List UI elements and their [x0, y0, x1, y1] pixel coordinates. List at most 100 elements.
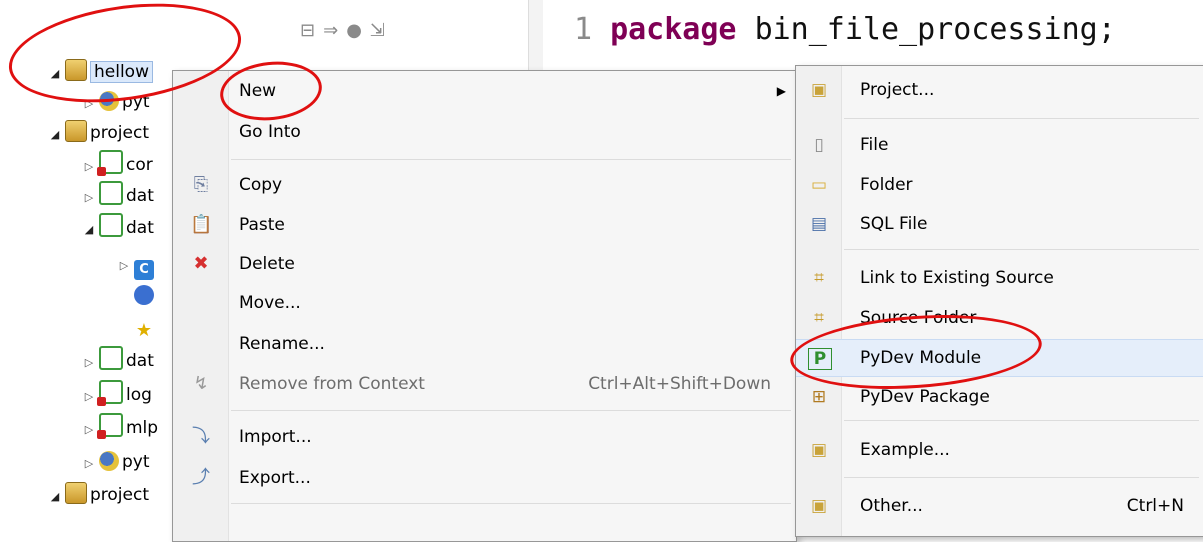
collapse-twisty-icon[interactable]: ▷	[82, 152, 96, 182]
file-icon: ▯	[814, 135, 824, 155]
submenu-item-file[interactable]: ▯ File	[796, 127, 1203, 163]
editor-code-line[interactable]: 1 package bin_file_processing;	[574, 12, 1116, 47]
tree-item[interactable]: ▷ pyt	[82, 447, 150, 477]
menu-item-export[interactable]: ⤴ Export...	[173, 461, 796, 495]
tree-item[interactable]: ▷ mlp	[82, 413, 158, 443]
tree-item-project[interactable]: ◢ project	[48, 480, 149, 510]
tree-item[interactable]: ▷ C	[117, 249, 157, 281]
tree-item[interactable]: ★	[131, 312, 157, 342]
menu-separator	[231, 159, 791, 160]
expand-twisty-icon[interactable]: ◢	[48, 120, 62, 150]
collapse-twisty-icon[interactable]: ▷	[82, 415, 96, 445]
link-editor-icon[interactable]: ⇒	[323, 20, 346, 41]
focus-icon[interactable]: ●	[346, 20, 370, 41]
collapse-twisty-icon[interactable]: ▷	[82, 348, 96, 378]
submenu-item-pydev-package[interactable]: ⊞ PyDev Package	[796, 379, 1203, 415]
tree-item[interactable]	[131, 281, 157, 311]
pydev-package-icon	[99, 181, 123, 205]
project-icon	[65, 482, 87, 504]
collapse-twisty-icon[interactable]: ▷	[82, 382, 96, 412]
sql-file-icon: ▤	[810, 214, 828, 234]
submenu-item-label: PyDev Module	[860, 348, 982, 368]
menu-item-move[interactable]: Move...	[173, 286, 796, 320]
tree-item-label: dat	[126, 186, 154, 206]
collapse-twisty-icon[interactable]: ▷	[82, 449, 96, 479]
submenu-item-other[interactable]: ▣ Other... Ctrl+N	[796, 488, 1203, 524]
pydev-package-error-icon	[97, 150, 123, 176]
tree-item-label: dat	[126, 218, 154, 238]
expand-twisty-icon[interactable]: ◢	[48, 482, 62, 512]
submenu-item-shortcut: Ctrl+N	[1126, 496, 1184, 516]
menu-item-label: Delete	[239, 254, 295, 274]
tree-item-label: mlp	[126, 418, 159, 438]
menu-item-import[interactable]: ⤵ Import...	[173, 420, 796, 454]
menu-item-label: Move...	[239, 293, 301, 313]
submenu-item-link-existing-source[interactable]: ⌗ Link to Existing Source	[796, 260, 1203, 296]
project-wizard-icon: ▣	[810, 80, 828, 100]
menu-item-label: Paste	[239, 215, 285, 235]
submenu-item-label: Other...	[860, 496, 923, 516]
tree-item-label: hellow	[90, 61, 153, 83]
submenu-arrow-icon: ▶	[776, 84, 786, 98]
explorer-toolbar: ⊟⇒●⇲	[300, 20, 393, 41]
menu-item-copy[interactable]: ⎘ Copy	[173, 168, 796, 202]
menu-item-remove-from-context[interactable]: ↯ Remove from Context Ctrl+Alt+Shift+Dow…	[173, 367, 796, 401]
tree-item[interactable]: ▷ cor	[82, 150, 153, 180]
tree-item-label: dat	[126, 351, 154, 371]
tree-item[interactable]: ▷ dat	[82, 181, 154, 211]
expand-twisty-icon[interactable]: ◢	[48, 59, 62, 89]
menu-separator	[231, 410, 791, 411]
menu-item-label: Remove from Context	[239, 374, 425, 394]
pydev-package-error-icon	[97, 380, 123, 406]
tree-item-label: pyt	[122, 452, 150, 472]
menu-item-label: Export...	[239, 468, 311, 488]
submenu-item-label: Project...	[860, 80, 935, 100]
editor-ruler	[528, 0, 543, 70]
tree-item[interactable]: ▷ dat	[82, 346, 154, 376]
tree-item-label: project	[90, 485, 150, 505]
submenu-separator	[844, 420, 1199, 421]
other-icon: ▣	[810, 496, 828, 516]
collapse-twisty-icon[interactable]: ▷	[82, 89, 96, 119]
submenu-item-project[interactable]: ▣ Project...	[796, 72, 1203, 108]
star-icon: ★	[135, 320, 153, 341]
paste-icon: 📋	[190, 214, 213, 235]
copy-icon: ⎘	[193, 174, 209, 195]
tree-item[interactable]: ◢ dat	[82, 213, 154, 243]
python-icon	[99, 451, 119, 471]
submenu-item-pydev-module[interactable]: P PyDev Module	[796, 339, 1203, 377]
tree-item-project[interactable]: ◢ hellow	[48, 57, 153, 87]
menu-item-paste[interactable]: 📋 Paste	[173, 208, 796, 242]
tree-item-project[interactable]: ◢ project	[48, 118, 149, 148]
new-submenu: ▣ Project... ▯ File ▭ Folder ▤ SQL File …	[795, 65, 1203, 537]
tree-item-label: cor	[126, 155, 153, 175]
class-icon: C	[134, 260, 154, 280]
code-keyword: package	[610, 12, 737, 47]
menu-item-delete[interactable]: ✖ Delete	[173, 247, 796, 281]
link-source-icon: ⌗	[814, 268, 824, 288]
tree-item[interactable]: ▷ log	[82, 380, 152, 410]
view-menu-icon[interactable]: ⇲	[370, 20, 393, 41]
pydev-package-icon	[99, 346, 123, 370]
source-folder-icon: ⌗	[814, 308, 824, 328]
submenu-item-sql-file[interactable]: ▤ SQL File	[796, 206, 1203, 242]
submenu-item-example[interactable]: ▣ Example...	[796, 432, 1203, 468]
tree-item-label: log	[126, 385, 152, 405]
menu-item-rename[interactable]: Rename...	[173, 327, 796, 361]
pydev-package-icon: ⊞	[811, 387, 827, 407]
submenu-item-source-folder[interactable]: ⌗ Source Folder	[796, 300, 1203, 336]
collapse-all-icon[interactable]: ⊟	[300, 20, 323, 41]
delete-icon: ✖	[193, 253, 209, 274]
submenu-separator	[844, 249, 1199, 250]
tree-item-label: pyt	[122, 92, 150, 112]
submenu-item-folder[interactable]: ▭ Folder	[796, 167, 1203, 203]
collapse-twisty-icon[interactable]: ▷	[82, 183, 96, 213]
line-number: 1	[574, 12, 593, 47]
menu-item-new[interactable]: New ▶	[173, 74, 796, 108]
project-icon	[65, 120, 87, 142]
collapse-twisty-icon[interactable]: ▷	[117, 251, 131, 281]
context-menu: New ▶ Go Into ⎘ Copy 📋 Paste ✖ Delete Mo…	[172, 70, 797, 542]
tree-item[interactable]: ▷ pyt	[82, 87, 150, 117]
expand-twisty-icon[interactable]: ◢	[82, 215, 96, 245]
menu-item-go-into[interactable]: Go Into	[173, 115, 796, 149]
